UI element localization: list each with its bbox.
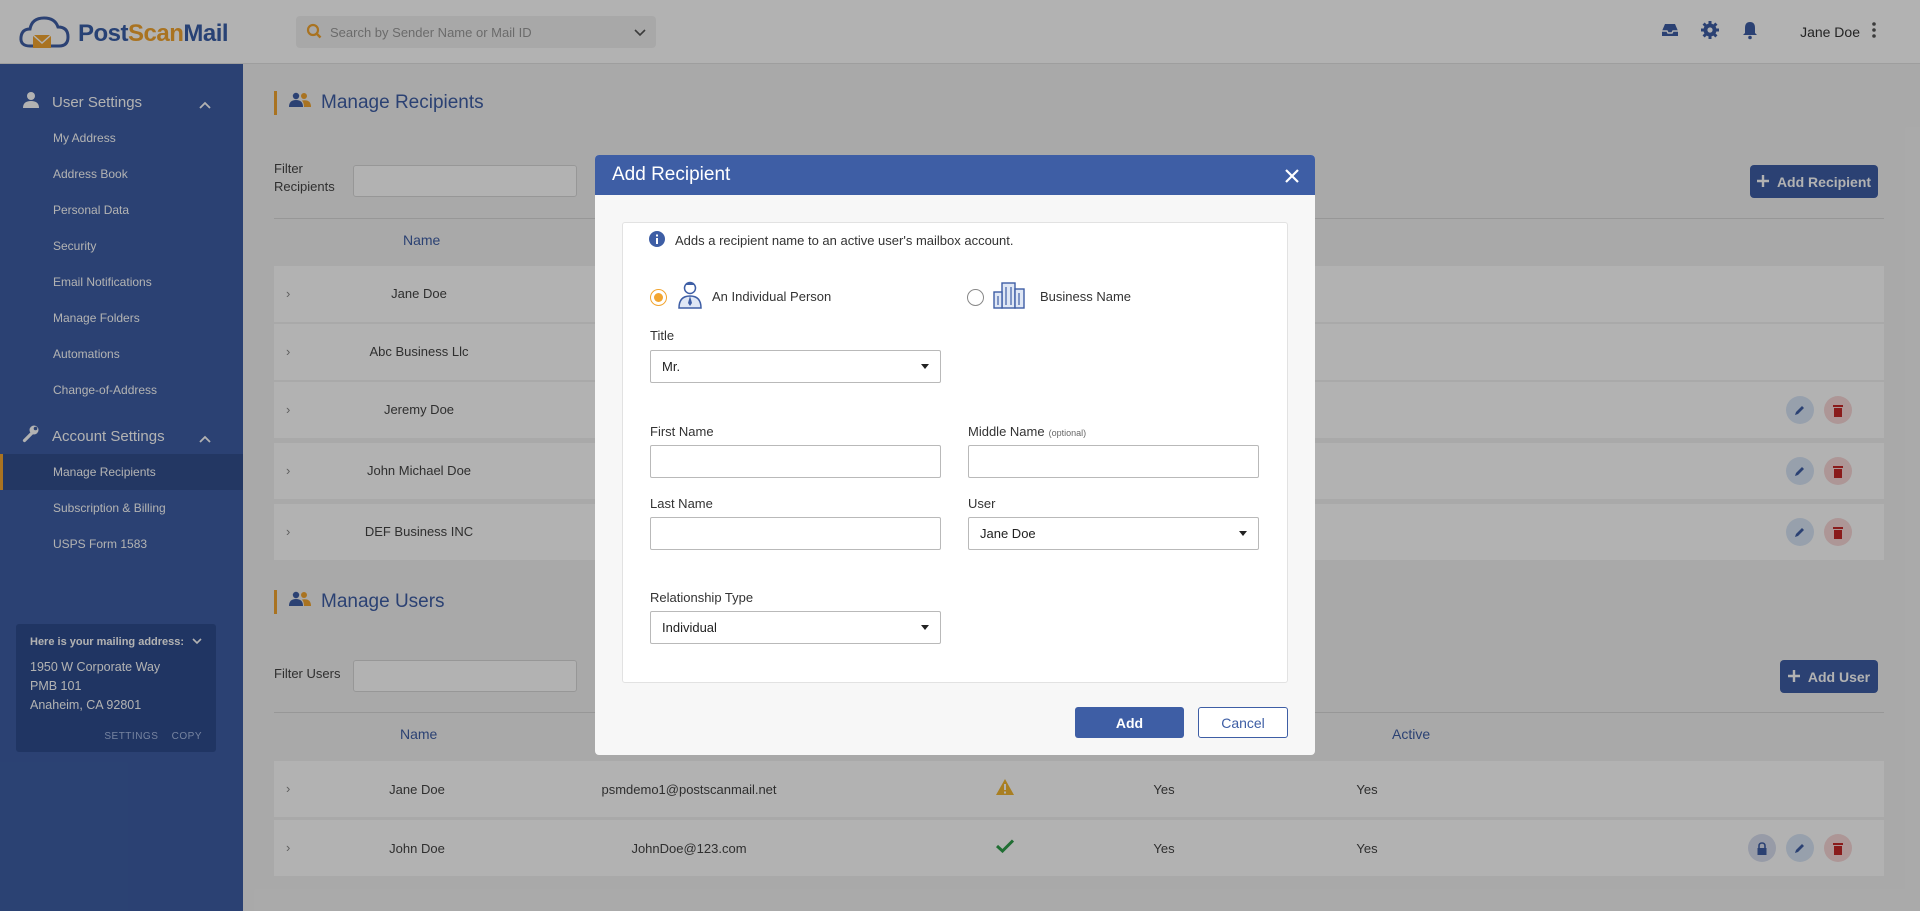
last-name-label: Last Name: [650, 496, 713, 511]
first-name-input[interactable]: [650, 445, 941, 478]
individual-radio[interactable]: [650, 289, 667, 306]
last-name-input[interactable]: [650, 517, 941, 550]
title-select[interactable]: Mr.: [650, 350, 941, 383]
title-label: Title: [650, 328, 675, 343]
cancel-button[interactable]: Cancel: [1198, 707, 1288, 738]
info-icon: [649, 231, 665, 250]
person-icon: [677, 281, 703, 312]
add-button[interactable]: Add: [1075, 707, 1184, 738]
modal-form-card: Adds a recipient name to an active user'…: [622, 222, 1288, 683]
relationship-type-label: Relationship Type: [650, 590, 754, 605]
individual-label[interactable]: An Individual Person: [712, 289, 831, 304]
close-icon[interactable]: [1285, 167, 1299, 189]
business-radio[interactable]: [967, 289, 984, 306]
user-label: User: [968, 496, 996, 511]
middle-name-input[interactable]: [968, 445, 1259, 478]
info-line: Adds a recipient name to an active user'…: [649, 231, 1014, 250]
modal-header: Add Recipient: [595, 155, 1315, 195]
first-name-label: First Name: [650, 424, 714, 439]
middle-name-label: Middle Name (optional): [968, 424, 1087, 439]
relationship-type-select[interactable]: Individual: [650, 611, 941, 644]
modal-title: Add Recipient: [612, 164, 731, 185]
user-select[interactable]: Jane Doe: [968, 517, 1259, 550]
business-label[interactable]: Business Name: [1040, 289, 1131, 304]
building-icon: [993, 281, 1025, 312]
add-recipient-modal: Add Recipient Adds a recipient name to a…: [595, 155, 1315, 755]
